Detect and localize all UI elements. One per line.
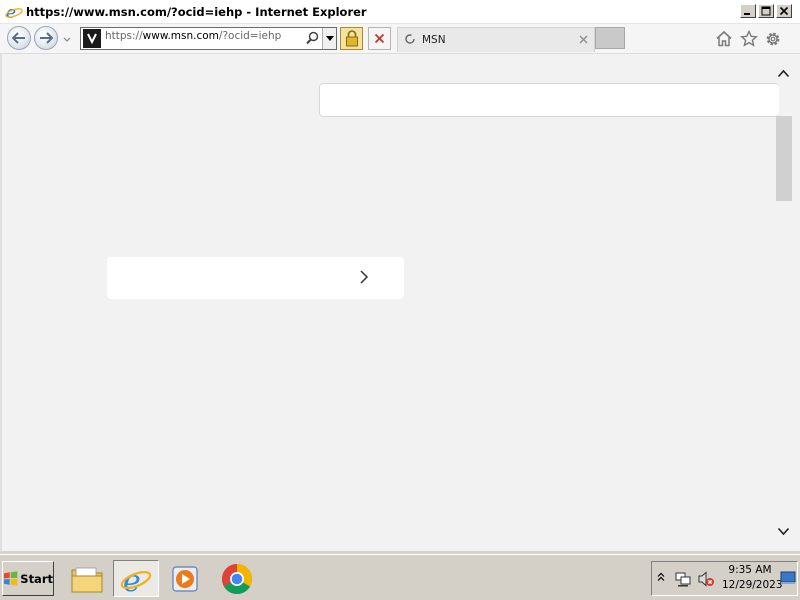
chrome-icon bbox=[221, 563, 253, 594]
address-input[interactable]: https://www.msn.com/?ocid=iehp bbox=[105, 30, 305, 48]
show-hidden-icons-button[interactable] bbox=[657, 572, 665, 585]
recent-pages-dropdown[interactable] bbox=[63, 33, 71, 46]
maximize-icon bbox=[761, 6, 771, 16]
media-player-icon bbox=[172, 565, 198, 592]
address-host: www.msn.com bbox=[142, 29, 219, 42]
caret-down-icon bbox=[325, 36, 334, 41]
svg-text:e: e bbox=[6, 3, 16, 21]
desktop-icon bbox=[780, 571, 796, 584]
lock-icon bbox=[345, 30, 358, 47]
home-button[interactable] bbox=[715, 30, 733, 50]
chevron-down-icon bbox=[63, 37, 71, 42]
search-box[interactable] bbox=[319, 83, 779, 117]
forward-arrow-icon bbox=[40, 32, 53, 44]
minimize-icon bbox=[744, 13, 750, 15]
clock-time[interactable]: 9:35 AM bbox=[722, 564, 778, 576]
start-button[interactable]: Start bbox=[2, 561, 54, 596]
maximize-button[interactable] bbox=[758, 4, 774, 18]
chevron-down-icon bbox=[777, 527, 790, 536]
close-window-button[interactable] bbox=[776, 4, 792, 18]
close-icon bbox=[374, 33, 385, 44]
tab-title: MSN bbox=[422, 34, 446, 46]
windows-logo-icon bbox=[3, 571, 18, 586]
new-tab-button[interactable] bbox=[595, 27, 625, 49]
show-desktop-button[interactable] bbox=[780, 570, 796, 589]
double-chevron-up-icon bbox=[657, 572, 665, 581]
taskbar-chrome[interactable] bbox=[214, 560, 260, 597]
promo-card[interactable] bbox=[107, 257, 404, 299]
scrollbar-thumb[interactable] bbox=[776, 116, 792, 201]
address-path: /?ocid=iehp bbox=[218, 29, 282, 42]
star-icon bbox=[740, 29, 758, 47]
window-title: https://www.msn.com/?ocid=iehp - Interne… bbox=[26, 4, 367, 19]
search-icon bbox=[306, 31, 319, 45]
minimize-button[interactable] bbox=[740, 4, 756, 18]
system-tray: 9:35 AM 12/29/2023 bbox=[651, 561, 798, 596]
window-title-bar[interactable]: e https://www.msn.com/?ocid=iehp - Inter… bbox=[0, 0, 800, 24]
start-label: Start bbox=[20, 571, 53, 586]
chevron-up-icon bbox=[777, 69, 790, 78]
home-icon bbox=[716, 30, 732, 47]
taskbar-media-player[interactable] bbox=[162, 560, 208, 597]
window-controls bbox=[740, 4, 792, 18]
internet-explorer-icon: e bbox=[120, 564, 152, 595]
taskbar-internet-explorer[interactable]: e bbox=[113, 560, 159, 597]
favorites-button[interactable] bbox=[740, 29, 758, 50]
address-bar[interactable]: https://www.msn.com/?ocid=iehp bbox=[80, 27, 337, 50]
forward-button[interactable] bbox=[34, 26, 58, 50]
tools-button[interactable] bbox=[764, 30, 782, 51]
chevron-right-icon bbox=[359, 269, 369, 288]
close-window-icon bbox=[779, 6, 789, 16]
internet-explorer-icon: e bbox=[5, 3, 23, 21]
back-arrow-icon bbox=[12, 32, 25, 44]
network-icon[interactable] bbox=[674, 570, 692, 591]
security-report-button[interactable] bbox=[340, 27, 363, 50]
loading-spinner-icon bbox=[404, 33, 416, 48]
address-search-button[interactable] bbox=[306, 31, 319, 48]
folder-icon bbox=[71, 567, 103, 592]
stop-button[interactable] bbox=[368, 27, 391, 50]
tab-close-icon bbox=[579, 35, 588, 44]
page-content bbox=[0, 54, 800, 551]
volume-muted-icon[interactable] bbox=[697, 570, 715, 591]
clock-date[interactable]: 12/29/2023 bbox=[722, 579, 783, 591]
tab-msn[interactable]: MSN bbox=[397, 27, 595, 52]
scroll-down-button[interactable] bbox=[777, 526, 790, 539]
msn-favicon-icon bbox=[83, 29, 101, 48]
address-scheme: https:// bbox=[105, 29, 143, 42]
navigation-bar: https://www.msn.com/?ocid=iehp MSN bbox=[0, 24, 800, 54]
taskbar-file-explorer[interactable] bbox=[64, 560, 110, 597]
address-dropdown-button[interactable] bbox=[322, 28, 336, 49]
back-button[interactable] bbox=[7, 26, 31, 50]
tab-close-button[interactable] bbox=[579, 33, 588, 48]
taskbar: Start e 9:35 AM 12/29/2023 bbox=[0, 554, 800, 600]
gear-icon bbox=[766, 32, 780, 46]
scroll-up-button[interactable] bbox=[777, 68, 790, 81]
